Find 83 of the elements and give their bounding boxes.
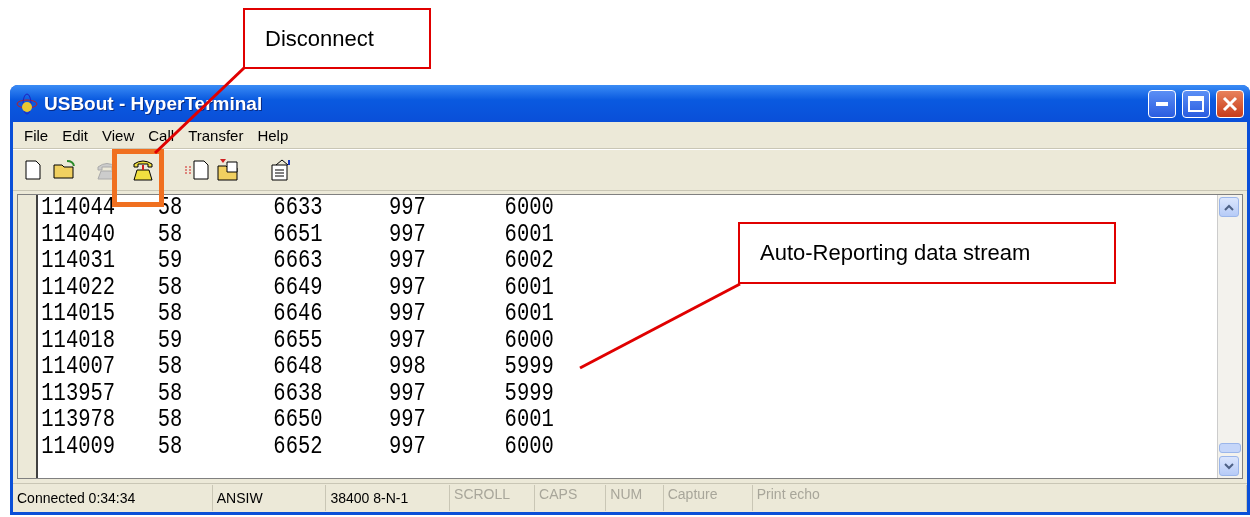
folder-with-page-icon xyxy=(217,159,241,181)
status-field: Connected 0:34:34 xyxy=(13,485,213,511)
terminal-text: 997 xyxy=(388,195,427,222)
terminal-text: 59 xyxy=(157,248,184,275)
terminal-text: 58 xyxy=(157,221,184,248)
terminal-text: 6001 xyxy=(504,274,555,301)
callout-label: Auto-Reporting data stream xyxy=(738,222,1116,284)
close-button[interactable] xyxy=(1216,89,1244,118)
terminal-text: 5999 xyxy=(504,380,555,407)
scrollbar[interactable] xyxy=(1217,195,1242,478)
terminal-text: 997 xyxy=(388,248,427,275)
callout-label: Disconnect xyxy=(243,8,431,69)
terminal-text: 6655 xyxy=(273,327,324,354)
terminal-text: 997 xyxy=(388,221,427,248)
terminal-text: 6646 xyxy=(273,301,324,328)
status-field: NUM xyxy=(606,485,664,511)
terminal-text: 6001 xyxy=(504,301,555,328)
terminal-text: 58 xyxy=(157,433,184,460)
terminal-text: 6652 xyxy=(273,433,324,460)
properties-icon xyxy=(270,159,292,181)
terminal-text: 6001 xyxy=(504,407,555,434)
scroll-down-button[interactable] xyxy=(1219,456,1239,476)
terminal-text: 6000 xyxy=(504,327,555,354)
scroll-up-button[interactable] xyxy=(1219,197,1239,217)
terminal-text: 6649 xyxy=(273,274,324,301)
telephone-icon xyxy=(132,158,154,182)
terminal-text: 997 xyxy=(388,274,427,301)
terminal-text: 6000 xyxy=(504,433,555,460)
terminal-text: 6002 xyxy=(504,248,555,275)
terminal-text: 113957 xyxy=(41,380,117,407)
menu-item[interactable]: Help xyxy=(250,126,296,144)
menu-item[interactable]: View xyxy=(95,126,142,144)
terminal-text: 58 xyxy=(157,301,184,328)
menu-item[interactable]: Transfer xyxy=(181,126,251,144)
status-field: ANSIW xyxy=(212,485,327,511)
terminal-text: 6648 xyxy=(273,354,324,381)
maximize-button[interactable] xyxy=(1182,89,1210,118)
terminal-text: 58 xyxy=(157,380,184,407)
up-chevron-icon xyxy=(1224,203,1234,211)
terminal-text: 114031 xyxy=(41,248,117,275)
folder-icon xyxy=(53,160,77,180)
terminal-text: 5999 xyxy=(504,354,555,381)
menu-item[interactable]: File xyxy=(17,126,56,144)
terminal-text: 997 xyxy=(388,380,427,407)
page-with-dots-icon xyxy=(184,160,210,180)
menu-item[interactable]: Edit xyxy=(55,126,96,144)
terminal-text: 113978 xyxy=(41,407,117,434)
terminal-text: 6651 xyxy=(273,221,324,248)
minimize-button[interactable] xyxy=(1148,89,1176,118)
terminal-text: 114007 xyxy=(41,354,117,381)
terminal-text: 6650 xyxy=(273,407,324,434)
terminal-text: 58 xyxy=(157,354,184,381)
terminal-text: 114009 xyxy=(41,433,117,460)
terminal-text: 114022 xyxy=(41,274,117,301)
terminal-text: 6633 xyxy=(273,195,324,222)
terminal-text: 114044 xyxy=(41,195,117,222)
minimize-icon xyxy=(1156,101,1168,106)
terminal-text: 114015 xyxy=(41,301,117,328)
atom-telephone-icon xyxy=(16,92,38,115)
terminal-text: 997 xyxy=(388,327,427,354)
terminal-text: 997 xyxy=(388,407,427,434)
terminal-text: 997 xyxy=(388,433,427,460)
scroll-thumb[interactable] xyxy=(1219,443,1241,453)
status-field: Capture xyxy=(663,485,753,511)
terminal-text: 6000 xyxy=(504,195,555,222)
terminal-text: 998 xyxy=(388,354,427,381)
terminal-text: 6001 xyxy=(504,221,555,248)
terminal-text: 114018 xyxy=(41,327,117,354)
maximize-icon xyxy=(1188,95,1204,112)
terminal-text: 997 xyxy=(388,301,427,328)
status-field: CAPS xyxy=(535,485,607,511)
terminal-text: 58 xyxy=(157,274,184,301)
close-icon xyxy=(1222,95,1238,112)
status-field: 38400 8-N-1 xyxy=(326,485,451,511)
down-chevron-icon xyxy=(1224,462,1234,470)
status-field: SCROLL xyxy=(450,485,536,511)
terminal-text: 59 xyxy=(157,327,184,354)
status-field: Print echo xyxy=(752,485,1247,511)
terminal-text: 114040 xyxy=(41,221,117,248)
blank-page-icon xyxy=(25,160,41,180)
terminal-text: 58 xyxy=(157,407,184,434)
terminal-text: 6638 xyxy=(273,380,324,407)
terminal-text: 6663 xyxy=(273,248,324,275)
